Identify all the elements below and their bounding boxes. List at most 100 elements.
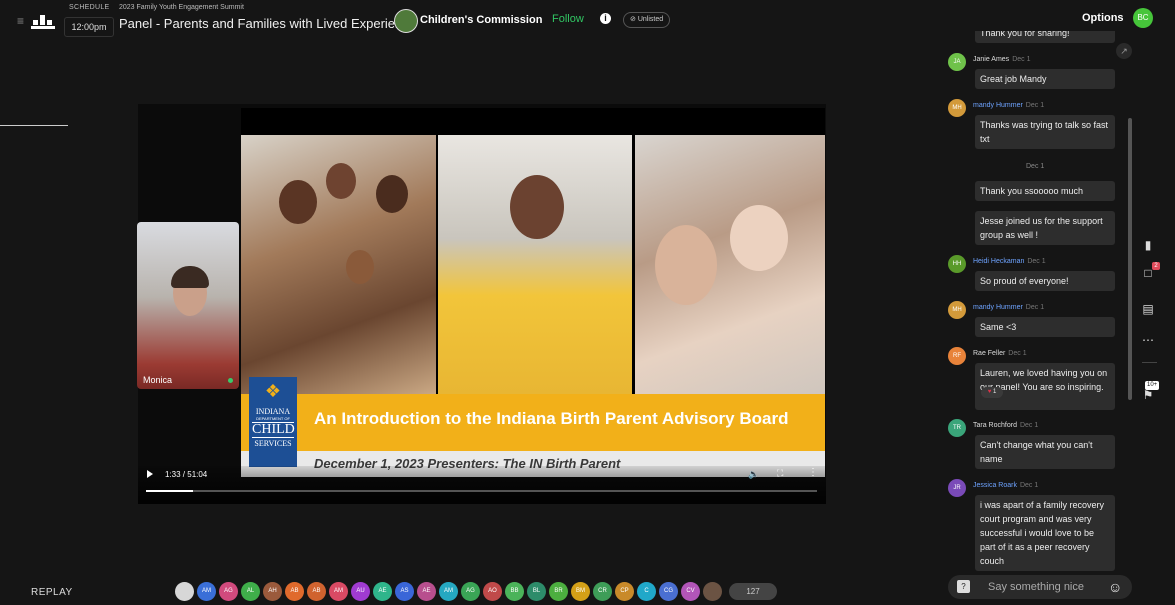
chat-author[interactable]: Heidi Heckaman Dec 1	[973, 258, 1046, 265]
chat-author[interactable]: Jessica Roark Dec 1	[973, 482, 1038, 489]
emoji-icon[interactable]: ☺	[1108, 579, 1122, 595]
polls-icon[interactable]: ▤	[1140, 302, 1156, 318]
logo-line-4: SERVICES	[254, 439, 292, 448]
attendee-avatar[interactable]: AO	[483, 582, 502, 601]
attendee-avatar[interactable]	[703, 582, 722, 601]
chat-author[interactable]: Rae Feller Dec 1	[973, 350, 1027, 357]
attendee-avatar[interactable]: CR	[593, 582, 612, 601]
rail-divider	[1142, 362, 1157, 363]
attendee-avatar[interactable]: AE	[373, 582, 392, 601]
people-icon[interactable]: ⋯	[1140, 333, 1156, 349]
date-separator: Dec 1	[1026, 163, 1045, 170]
chat-scrollbar[interactable]	[1128, 118, 1132, 400]
attendee-avatar[interactable]: AS	[395, 582, 414, 601]
logo-line-2: DEPARTMENT OF	[256, 416, 290, 421]
chat-input-placeholder[interactable]: Say something nice	[988, 581, 1084, 593]
attendee-avatar[interactable]: AB	[307, 582, 326, 601]
reaction-count: 1	[992, 389, 997, 395]
chat-author-name[interactable]: Jessica Roark	[973, 482, 1017, 489]
event-name: 2023 Family Youth Engagement Summit	[119, 4, 244, 11]
chat-message-text: Can't change what you can't name	[975, 435, 1115, 469]
attendee-avatar[interactable]	[175, 582, 194, 601]
schedule-time[interactable]: 12:00pm	[64, 17, 114, 37]
play-icon[interactable]	[147, 470, 153, 478]
chat-avatar[interactable]: TR	[948, 419, 966, 437]
attendee-avatar[interactable]: BB	[505, 582, 524, 601]
chat-message-text: Thank you for sharing!	[975, 31, 1115, 43]
fullscreen-icon[interactable]: ⛶	[777, 468, 783, 479]
attendee-list: AM AG AL AH AB AB AM AU AE AS AE AM AG AO BB BL BR BM CR CP…	[175, 582, 777, 602]
attendee-avatar[interactable]: AL	[241, 582, 260, 601]
chat-author-name[interactable]: mandy Hummer	[973, 102, 1023, 109]
chat-author-name[interactable]: Janie Ames	[973, 56, 1009, 63]
attendee-avatar[interactable]: BR	[549, 582, 568, 601]
video-controls	[138, 466, 826, 504]
session-title: Panel - Parents and Families with Lived …	[119, 16, 416, 31]
heart-reaction[interactable]: ♥ 1	[981, 387, 1003, 398]
chat-author[interactable]: Tara Rochford Dec 1	[973, 422, 1038, 429]
flag-icon[interactable]: ⚑	[1140, 388, 1156, 404]
attendee-avatar[interactable]: C	[637, 582, 656, 601]
menu-icon[interactable]: ≡	[17, 14, 24, 28]
info-icon[interactable]: i	[600, 13, 611, 24]
more-icon[interactable]: ⋮	[808, 467, 818, 478]
chat-message-text: Thank you ssooooo much	[975, 181, 1115, 201]
attendee-avatar[interactable]: BL	[527, 582, 546, 601]
question-icon[interactable]: ?	[957, 580, 970, 593]
progress-fill	[146, 490, 193, 492]
attendee-avatar[interactable]: CV	[681, 582, 700, 601]
attendee-avatar[interactable]: AM	[197, 582, 216, 601]
chat-avatar[interactable]: MH	[948, 99, 966, 117]
chat-author[interactable]: mandy Hummer Dec 1	[973, 102, 1044, 109]
user-avatar[interactable]: BC	[1133, 8, 1153, 28]
time-display: 1:33 / 51:04	[165, 470, 208, 479]
chat-author[interactable]: mandy Hummer Dec 1	[973, 304, 1044, 311]
logo-line-3: CHILD	[252, 422, 295, 438]
options-button[interactable]: Options	[1082, 12, 1124, 24]
attendee-avatar[interactable]: BM	[571, 582, 590, 601]
chat-timestamp: Dec 1	[1019, 422, 1039, 429]
attendee-avatar[interactable]: CG	[659, 582, 678, 601]
unlisted-label: Unlisted	[637, 16, 664, 23]
org-name[interactable]: Children's Commission	[420, 14, 542, 26]
attendee-avatar[interactable]: AG	[461, 582, 480, 601]
follow-button[interactable]: Follow	[552, 13, 584, 25]
org-logo-icon[interactable]	[394, 9, 418, 33]
attendee-avatar[interactable]: AB	[285, 582, 304, 601]
teen-photo	[438, 135, 632, 394]
chat-avatar[interactable]: RF	[948, 347, 966, 365]
unlisted-badge: ⊘ Unlisted	[623, 12, 671, 28]
chat-author-name[interactable]: mandy Hummer	[973, 304, 1023, 311]
attendee-avatar[interactable]: AM	[329, 582, 348, 601]
schedule-icon[interactable]	[31, 12, 55, 30]
schedule-label: SCHEDULE	[69, 4, 110, 11]
family-photo	[241, 135, 436, 394]
attendee-avatar[interactable]: AU	[351, 582, 370, 601]
camera-tile[interactable]	[137, 222, 239, 389]
attendee-avatar[interactable]: AG	[219, 582, 238, 601]
chat-author-name[interactable]: Tara Rochford	[973, 422, 1017, 429]
chat-icon[interactable]: ▮	[1140, 238, 1156, 254]
logo-line-1: INDIANA	[255, 407, 291, 416]
progress-bar[interactable]	[146, 490, 817, 492]
live-indicator	[228, 378, 233, 383]
chat-avatar[interactable]: JA	[948, 53, 966, 71]
volume-icon[interactable]: 🔈	[748, 469, 759, 480]
chat-message-text: Jesse joined us for the support group as…	[975, 211, 1115, 245]
chat-author[interactable]: Janie Ames Dec 1	[973, 56, 1030, 63]
chat-author-name[interactable]: Heidi Heckaman	[973, 258, 1024, 265]
attendee-avatar[interactable]: AM	[439, 582, 458, 601]
attendee-avatar[interactable]: AH	[263, 582, 282, 601]
chat-avatar[interactable]: HH	[948, 255, 966, 273]
slide-title: An Introduction to the Indiana Birth Par…	[314, 409, 789, 428]
camera-name: Monica	[143, 375, 173, 385]
attendee-count[interactable]: 127	[729, 583, 777, 600]
attendee-avatar[interactable]: CP	[615, 582, 634, 601]
chat-avatar[interactable]: MH	[948, 301, 966, 319]
chat-timestamp: Dec 1	[1025, 304, 1045, 311]
chat-avatar[interactable]: JR	[948, 479, 966, 497]
divider	[0, 125, 68, 126]
attendee-avatar[interactable]: AE	[417, 582, 436, 601]
polls-badge: 10+	[1145, 381, 1160, 390]
chat-author-name[interactable]: Rae Feller	[973, 350, 1005, 357]
